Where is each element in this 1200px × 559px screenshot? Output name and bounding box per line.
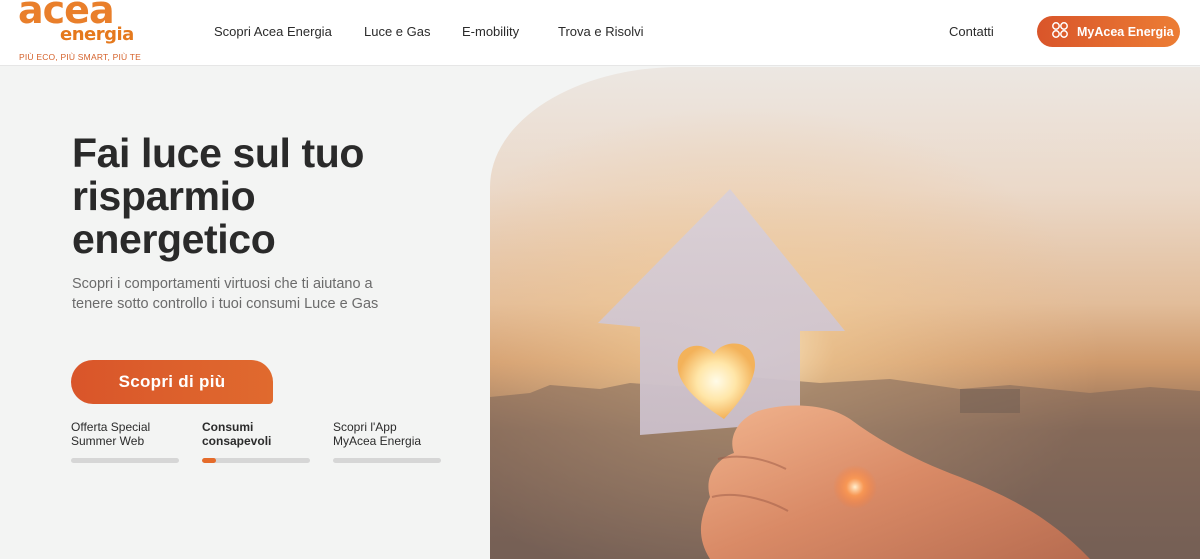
carousel-tab-label: Offerta Special Summer Web — [71, 420, 151, 448]
hero-illustration — [490, 67, 1200, 559]
scopri-di-piu-button[interactable]: Scopri di più — [71, 360, 273, 404]
carousel-tab-offerta-special[interactable]: Offerta Special Summer Web — [71, 420, 179, 463]
nav-item-luce-e-gas[interactable]: Luce e Gas — [364, 24, 431, 39]
carousel-progress-bar — [333, 458, 441, 463]
carousel-tab-scopri-app[interactable]: Scopri l'App MyAcea Energia — [333, 420, 441, 463]
hero-carousel-tabs: Offerta Special Summer Web Consumi consa… — [71, 420, 441, 466]
contatti-link[interactable]: Contatti — [949, 24, 994, 39]
site-header: acea energia PIÙ ECO, PIÙ SMART, PIÙ TE … — [0, 0, 1200, 66]
myacea-energia-button[interactable]: MyAcea Energia — [1037, 16, 1180, 47]
logo-tagline: PIÙ ECO, PIÙ SMART, PIÙ TE — [19, 52, 142, 62]
nav-item-scopri-acea-energia[interactable]: Scopri Acea Energia — [214, 24, 332, 39]
acea-energia-logo[interactable]: acea energia PIÙ ECO, PIÙ SMART, PIÙ TE — [18, 0, 142, 64]
myacea-button-label: MyAcea Energia — [1077, 24, 1174, 39]
carousel-progress-bar — [71, 458, 179, 463]
logo-wordmark-energia: energia — [60, 24, 134, 45]
nav-item-trova-e-risolvi[interactable]: Trova e Risolvi — [558, 24, 643, 39]
carousel-tab-label: Scopri l'App MyAcea Energia — [333, 420, 422, 448]
carousel-tab-consumi-consapevoli[interactable]: Consumi consapevoli — [202, 420, 310, 463]
hero-title: Fai luce sul tuo risparmio energetico — [72, 130, 365, 262]
carousel-progress-bar — [202, 458, 310, 463]
hero-subtitle: Scopri i comportamenti virtuosi che ti a… — [72, 276, 379, 312]
hero-image-paper-house-sunset — [490, 67, 1200, 559]
nav-item-e-mobility[interactable]: E-mobility — [462, 24, 519, 39]
app-grid-icon — [1051, 21, 1069, 42]
carousel-tab-label: Consumi consapevoli — [202, 420, 272, 448]
